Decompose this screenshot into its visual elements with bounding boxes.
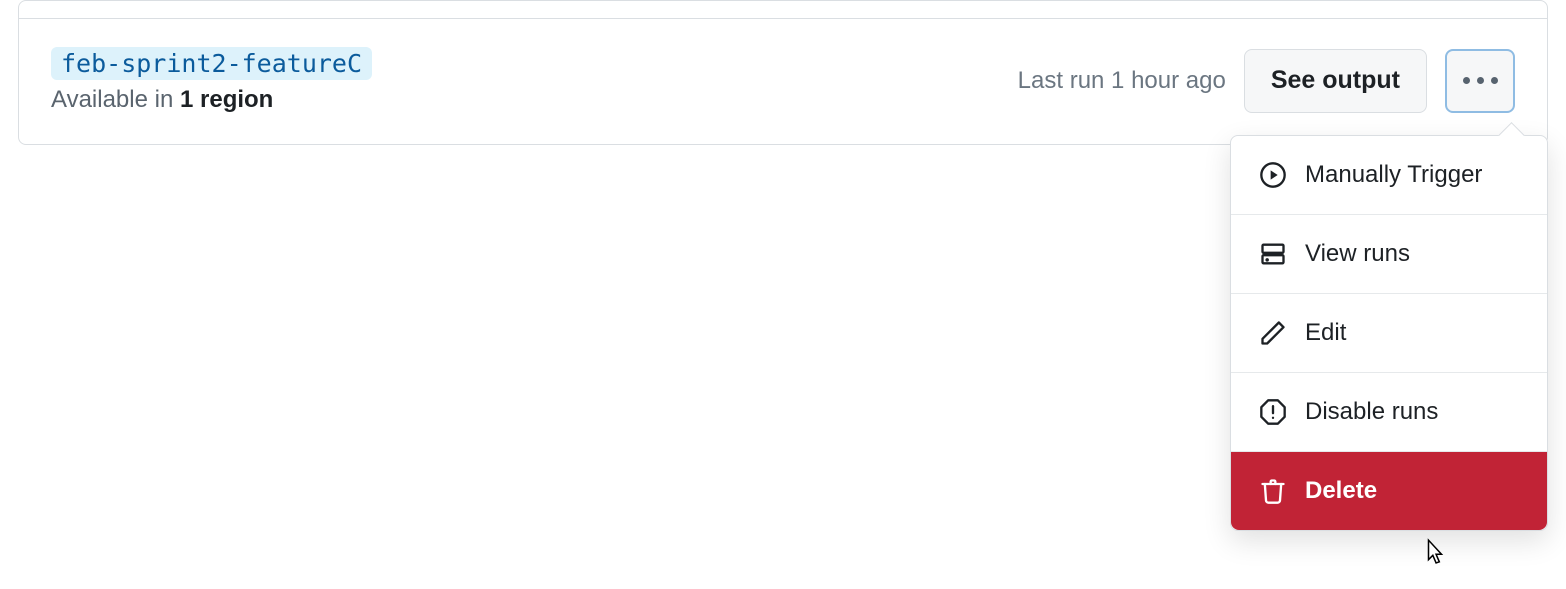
availability-count: 1 region xyxy=(180,86,273,113)
menu-item-disable-runs[interactable]: Disable runs xyxy=(1231,373,1547,452)
more-actions-button[interactable] xyxy=(1445,49,1515,113)
actions-dropdown: Manually Trigger View runs Edit Dis xyxy=(1230,135,1548,531)
cursor-pointer-icon xyxy=(1422,538,1448,568)
menu-item-delete[interactable]: Delete xyxy=(1231,452,1547,530)
item-card: feb-sprint2-featureC Available in 1 regi… xyxy=(18,0,1548,145)
pencil-icon xyxy=(1259,319,1287,347)
menu-item-label: Manually Trigger xyxy=(1305,161,1482,189)
menu-item-manually-trigger[interactable]: Manually Trigger xyxy=(1231,136,1547,215)
menu-item-label: Edit xyxy=(1305,319,1346,347)
trash-icon xyxy=(1259,477,1287,505)
availability-prefix: Available in xyxy=(51,86,180,113)
see-output-button[interactable]: See output xyxy=(1244,49,1427,113)
server-icon xyxy=(1259,240,1287,268)
item-info: feb-sprint2-featureC Available in 1 regi… xyxy=(51,47,372,114)
menu-item-label: Disable runs xyxy=(1305,398,1438,426)
alert-octagon-icon xyxy=(1259,398,1287,426)
item-row: feb-sprint2-featureC Available in 1 regi… xyxy=(19,18,1547,144)
last-run-text: Last run 1 hour ago xyxy=(1018,67,1226,95)
item-actions: Last run 1 hour ago See output xyxy=(1018,49,1515,113)
menu-item-edit[interactable]: Edit xyxy=(1231,294,1547,373)
menu-item-label: Delete xyxy=(1305,477,1377,505)
more-icon xyxy=(1463,77,1498,84)
menu-item-view-runs[interactable]: View runs xyxy=(1231,215,1547,294)
menu-item-label: View runs xyxy=(1305,240,1410,268)
play-circle-icon xyxy=(1259,161,1287,189)
item-tag: feb-sprint2-featureC xyxy=(51,47,372,80)
item-availability: Available in 1 region xyxy=(51,86,372,114)
